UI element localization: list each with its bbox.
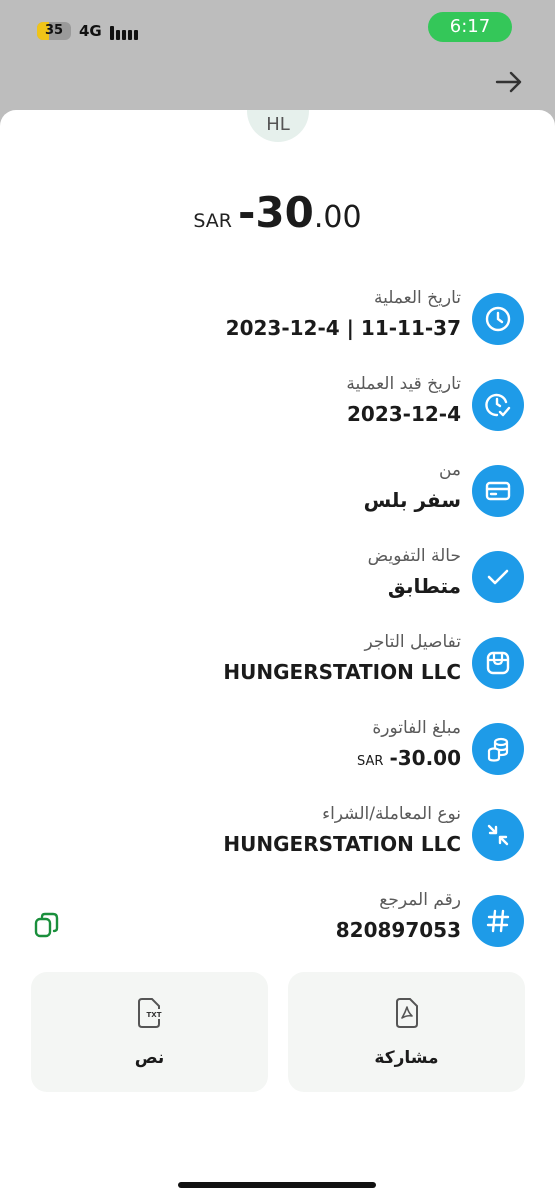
detail-label: حالة التفويض: [367, 546, 461, 566]
detail-value: HUNGERSTATION LLC: [223, 832, 461, 856]
detail-value: HUNGERSTATION LLC: [223, 660, 461, 684]
amount-currency: SAR: [193, 210, 232, 232]
detail-label: مبلغ الفاتورة: [372, 718, 461, 738]
detail-row-from: من سفر بلس: [0, 460, 555, 530]
home-indicator: [178, 1182, 376, 1188]
text-export-label: نص: [134, 1048, 165, 1068]
detail-value: 820897053: [335, 918, 461, 942]
detail-row-transaction-type: نوع المعاملة/الشراء HUNGERSTATION LLC: [0, 804, 555, 874]
detail-value: متطابق: [387, 574, 461, 598]
arrow-right-icon[interactable]: [494, 70, 524, 94]
detail-label: رقم المرجع: [379, 890, 461, 910]
detail-label: تاريخ قيد العملية: [346, 374, 461, 394]
check-icon: [472, 551, 524, 603]
card-icon: [472, 465, 524, 517]
arrows-in-icon: [472, 809, 524, 861]
share-label: مشاركة: [374, 1048, 439, 1068]
invoice-currency: SAR: [357, 754, 384, 769]
detail-row-authorization-status: حالة التفويض متطابق: [0, 546, 555, 616]
txt-badge: TXT: [147, 1011, 162, 1019]
detail-row-posting-date: تاريخ قيد العملية 2023-12-4: [0, 374, 555, 444]
invoice-amount: -30.00: [389, 746, 461, 770]
coins-icon: [472, 723, 524, 775]
detail-row-invoice-amount: مبلغ الفاتورة SAR -30.00: [0, 718, 555, 788]
clock-check-icon: [472, 379, 524, 431]
hash-icon: [472, 895, 524, 947]
status-bar: 35 4G 6:17: [0, 0, 555, 60]
detail-label: من: [438, 460, 461, 480]
battery-indicator: 35: [37, 22, 71, 40]
detail-label: تفاصيل التاجر: [364, 632, 461, 652]
detail-value: 2023-12-4: [346, 402, 461, 426]
avatar: HL: [247, 110, 309, 142]
txt-file-icon: TXT: [138, 998, 163, 1028]
detail-row-merchant: تفاصيل التاجر HUNGERSTATION LLC: [0, 632, 555, 702]
text-export-button[interactable]: TXT نص: [31, 972, 268, 1092]
detail-label: نوع المعاملة/الشراء: [322, 804, 461, 824]
detail-value: SAR -30.00: [357, 746, 461, 770]
detail-value: 2023-12-4 | 11-11-37: [225, 316, 461, 340]
detail-value: سفر بلس: [363, 488, 461, 512]
pdf-file-icon: [396, 998, 418, 1028]
detail-label: تاريخ العملية: [373, 288, 461, 308]
copy-icon[interactable]: [34, 912, 60, 938]
store-icon: [472, 637, 524, 689]
transaction-details-sheet: HL SAR -30.00 تاريخ العملية 2023-12-4 | 1…: [0, 110, 555, 1200]
network-type: 4G: [79, 22, 102, 40]
share-button[interactable]: مشاركة: [288, 972, 525, 1092]
amount-integer: -30: [238, 188, 314, 237]
signal-icon: [110, 24, 138, 40]
time-pill: 6:17: [428, 12, 512, 42]
clock-icon: [472, 293, 524, 345]
battery-percent: 35: [44, 23, 64, 38]
amount-decimal: .00: [313, 200, 362, 235]
transaction-amount: SAR -30.00: [0, 188, 555, 237]
detail-row-transaction-date: تاريخ العملية 2023-12-4 | 11-11-37: [0, 288, 555, 358]
detail-row-reference-number: رقم المرجع 820897053: [0, 890, 555, 960]
